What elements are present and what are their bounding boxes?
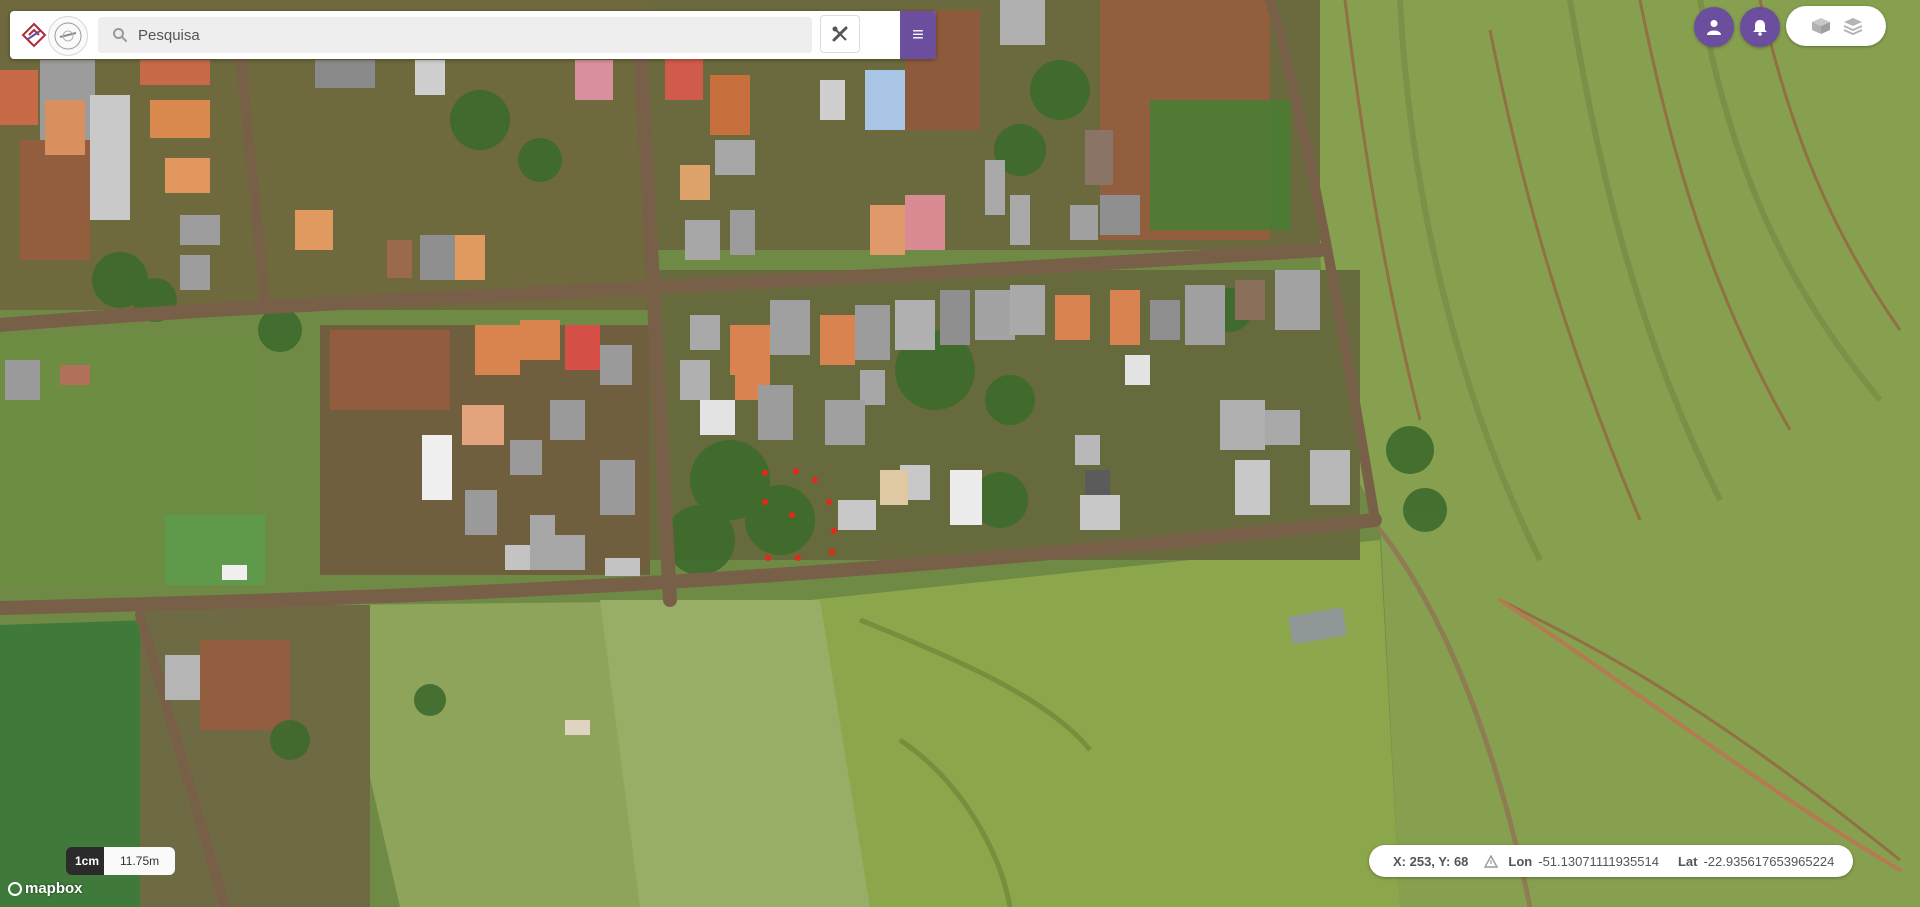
organization-seal-icon [48, 16, 88, 56]
app-logo-icon[interactable] [20, 21, 48, 49]
layers-3d-icon[interactable] [1810, 16, 1832, 36]
longitude-label: Lon [1508, 853, 1533, 869]
search-bar: ≡ [10, 11, 936, 59]
wrench-ruler-icon [832, 26, 848, 42]
search-input[interactable] [136, 25, 740, 45]
tools-button[interactable] [820, 15, 860, 53]
longitude-value: -51.13071111935514 [1538, 853, 1659, 869]
scale-unit-label: 1cm [66, 847, 104, 875]
mapbox-icon [8, 881, 22, 896]
latitude-value: -22.935617653965224 [1703, 853, 1835, 869]
search-icon [113, 28, 127, 42]
map-canvas[interactable] [0, 0, 1920, 907]
notifications-button[interactable] [1740, 7, 1780, 47]
pixel-xy-readout: X: 253, Y: 68 [1393, 853, 1469, 869]
latitude-label: Lat [1677, 853, 1698, 869]
scale-distance-label: 11.75m [104, 847, 176, 875]
mapbox-logo-text: mapbox [25, 880, 83, 897]
cursor-coordinates: X: 253, Y: 68 Lon -51.13071111935514 Lat… [1369, 845, 1853, 877]
aerial-imagery [0, 0, 1920, 907]
user-icon [1707, 20, 1721, 35]
bell-icon [1753, 20, 1767, 36]
layer-switcher [1786, 6, 1886, 46]
search-field[interactable] [98, 17, 812, 53]
triangle-altitude-icon [1484, 854, 1499, 868]
hamburger-menu-icon: ≡ [912, 24, 924, 46]
mapbox-logo[interactable]: mapbox [8, 880, 83, 897]
layers-stack-icon[interactable] [1842, 16, 1864, 36]
map-scale: 1cm 11.75m [66, 847, 176, 875]
menu-button[interactable]: ≡ [900, 11, 936, 59]
user-button[interactable] [1694, 7, 1734, 47]
